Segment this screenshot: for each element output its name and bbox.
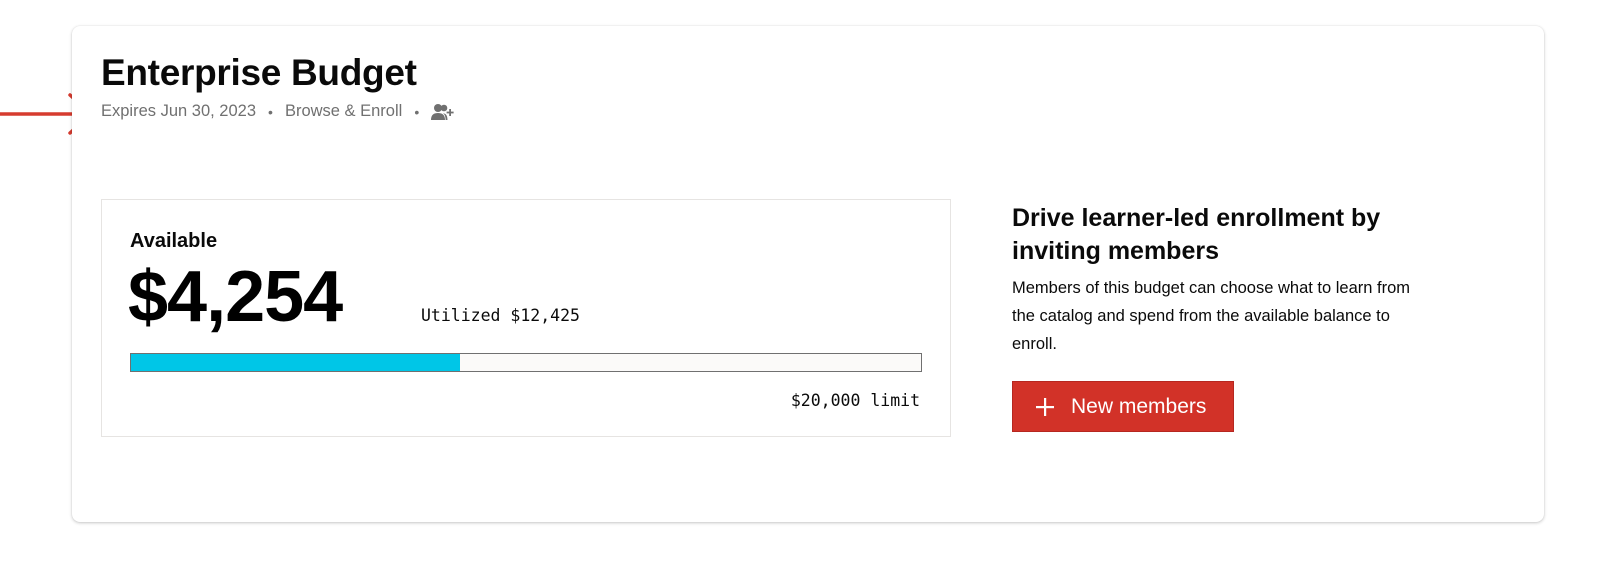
budget-meta: Expires Jun 30, 2023 • Browse & Enroll • <box>101 102 455 121</box>
budget-card: Enterprise Budget Expires Jun 30, 2023 •… <box>72 26 1544 522</box>
meta-separator: • <box>268 103 273 120</box>
budget-title: Enterprise Budget <box>101 52 417 93</box>
invite-heading: Drive learner-led enrollment by inviting… <box>1012 204 1381 265</box>
person-add-icon <box>431 103 455 121</box>
budget-limit: $20,000 limit <box>790 391 920 410</box>
plus-icon <box>1035 397 1055 417</box>
new-members-button-label: New members <box>1071 394 1207 418</box>
available-label: Available <box>130 230 218 252</box>
budget-progress-bar <box>130 353 922 372</box>
utilized-amount: Utilized $12,425 <box>421 306 580 325</box>
meta-separator: • <box>414 103 420 120</box>
enrollment-mode: Browse & Enroll <box>284 102 403 120</box>
budget-progress-fill <box>131 354 461 371</box>
expiration-date: Expires Jun 30, 2023 <box>101 102 257 120</box>
available-amount: $4,254 <box>128 257 343 337</box>
invite-description: Members of this budget can choose what t… <box>1012 279 1411 353</box>
budget-summary-panel: Available $4,254 Utilized $12,425 $20,00… <box>101 199 951 437</box>
new-members-button[interactable]: New members <box>1012 381 1234 432</box>
